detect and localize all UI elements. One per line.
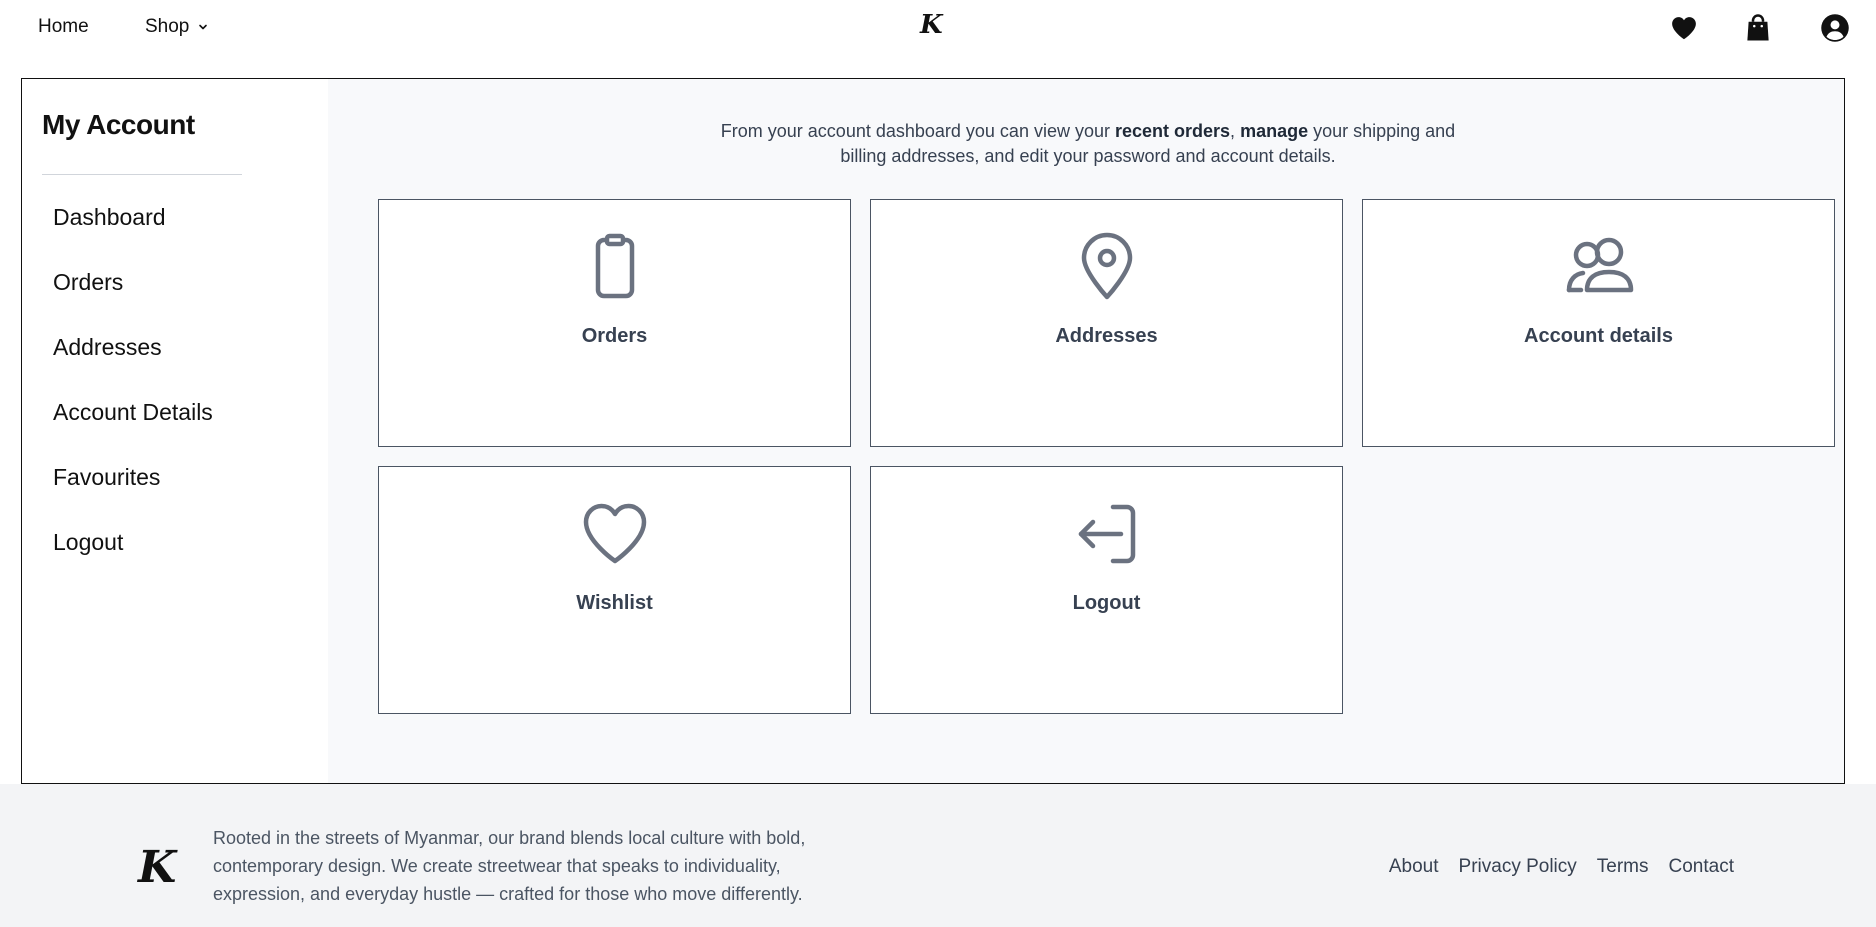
logout-card[interactable]: Logout (870, 466, 1343, 714)
wishlist-button[interactable] (1668, 12, 1700, 44)
orders-card-label: Orders (581, 325, 648, 347)
user-circle-icon (1821, 14, 1849, 42)
map-pin-icon (1071, 230, 1143, 302)
footer-link-about[interactable]: About (1389, 856, 1439, 878)
logout-icon (1071, 497, 1143, 569)
footer-links: About Privacy Policy Terms Contact (1389, 856, 1734, 878)
intro-manage: manage (1240, 121, 1309, 141)
account-button[interactable] (1819, 12, 1851, 44)
sidebar-item-favourites[interactable]: Favourites (53, 464, 160, 491)
sidebar-item-dashboard[interactable]: Dashboard (53, 204, 166, 231)
footer-link-contact[interactable]: Contact (1669, 856, 1734, 878)
heart-outline-icon (579, 497, 651, 569)
sidebar-item-logout[interactable]: Logout (53, 529, 123, 556)
sidebar-item-addresses[interactable]: Addresses (53, 334, 162, 361)
account-sidebar: My Account Dashboard Orders Addresses Ac… (22, 79, 327, 783)
intro-text-2: , (1230, 121, 1241, 141)
dashboard-content: From your account dashboard you can view… (328, 79, 1844, 783)
dashboard-intro: From your account dashboard you can view… (708, 119, 1468, 169)
site-header: Home Shop K (0, 0, 1876, 56)
site-footer: K Rooted in the streets of Myanmar, our … (0, 784, 1876, 927)
chevron-down-icon (199, 24, 208, 30)
addresses-card-label: Addresses (1055, 325, 1158, 347)
wishlist-card-label: Wishlist (576, 592, 653, 614)
users-icon (1563, 230, 1635, 302)
orders-card[interactable]: Orders (378, 199, 851, 447)
heart-icon (1672, 17, 1696, 40)
site-logo[interactable]: K (920, 10, 943, 40)
footer-link-terms[interactable]: Terms (1597, 856, 1649, 878)
logout-card-label: Logout (1072, 592, 1141, 614)
sidebar-item-orders[interactable]: Orders (53, 269, 123, 296)
intro-recent-orders: recent orders (1114, 121, 1231, 141)
account-panel: My Account Dashboard Orders Addresses Ac… (21, 78, 1845, 784)
sidebar-divider (42, 174, 242, 175)
sidebar-item-account-details[interactable]: Account Details (53, 399, 213, 426)
nav-shop-label: Shop (145, 16, 190, 37)
addresses-card[interactable]: Addresses (870, 199, 1343, 447)
account-details-card[interactable]: Account details (1362, 199, 1835, 447)
footer-logo[interactable]: K (138, 842, 176, 893)
nav-shop-menu[interactable]: Shop (145, 16, 209, 38)
shopping-bag-icon (1747, 14, 1769, 41)
footer-link-privacy-policy[interactable]: Privacy Policy (1459, 856, 1577, 878)
footer-description: Rooted in the streets of Myanmar, our br… (213, 828, 806, 904)
clipboard-icon (579, 230, 651, 302)
cart-button[interactable] (1742, 12, 1774, 44)
wishlist-card[interactable]: Wishlist (378, 466, 851, 714)
account-details-card-label: Account details (1524, 325, 1673, 347)
nav-home-link[interactable]: Home (38, 16, 89, 38)
intro-text-1: From your account dashboard you can view… (720, 121, 1115, 141)
sidebar-title: My Account (42, 109, 195, 140)
